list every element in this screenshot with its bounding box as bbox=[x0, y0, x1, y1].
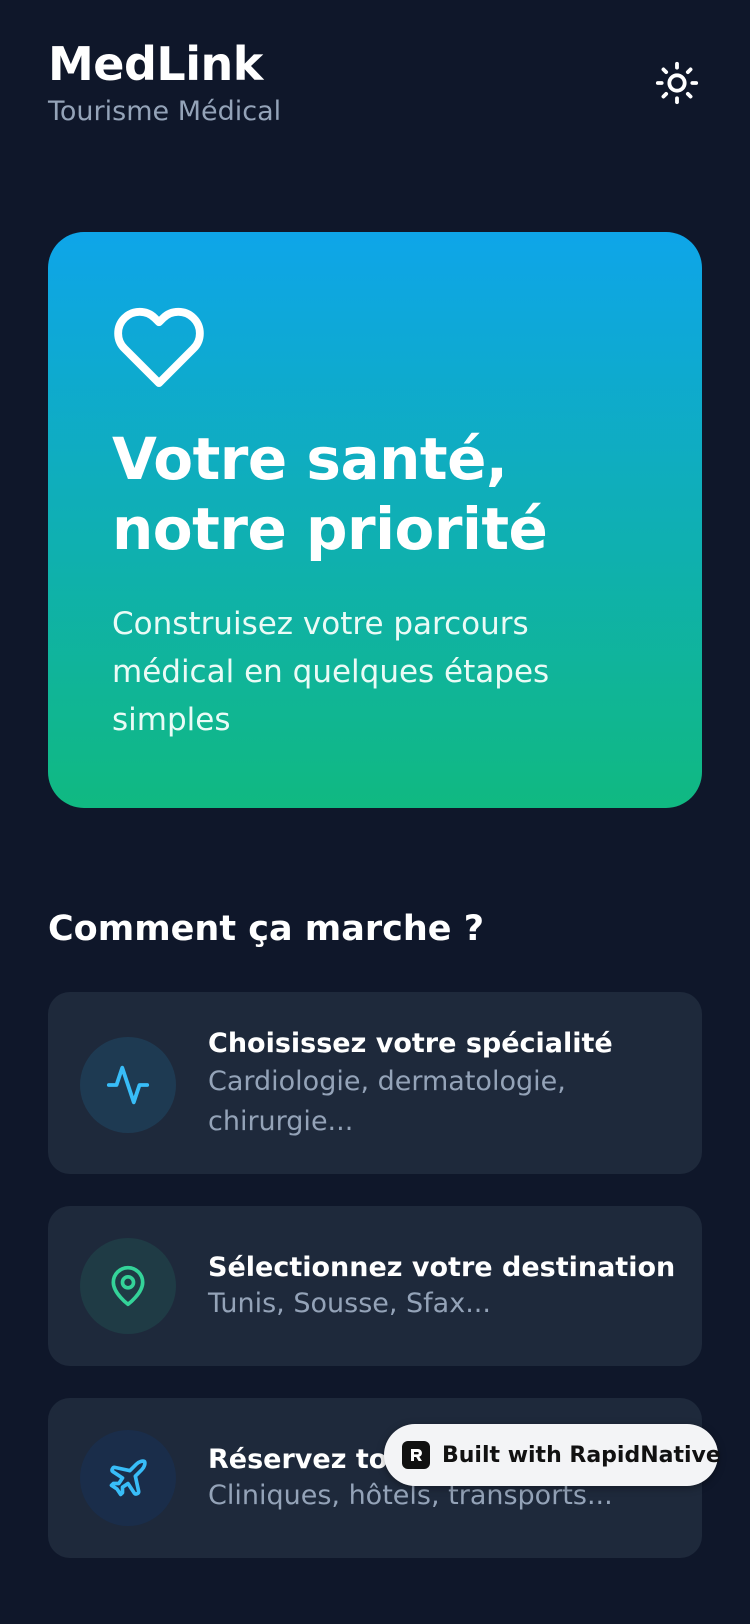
map-pin-icon bbox=[111, 1265, 145, 1307]
hero-card: Votre santé, notre priorité Construisez … bbox=[48, 232, 702, 808]
rapidnative-logo-icon bbox=[402, 1441, 430, 1469]
step-card-specialty[interactable]: Choisissez votre spécialité Cardiologie,… bbox=[48, 992, 702, 1174]
step-title: Sélectionnez votre destination bbox=[208, 1252, 676, 1283]
plane-icon bbox=[109, 1459, 147, 1497]
step-icon-container bbox=[80, 1037, 176, 1133]
step-icon-container bbox=[80, 1238, 176, 1334]
activity-icon bbox=[106, 1065, 150, 1105]
built-with-badge[interactable]: Built with RapidNative bbox=[384, 1424, 721, 1486]
badge-label: Built with RapidNative bbox=[442, 1442, 721, 1468]
step-text: Choisissez votre spécialité Cardiologie,… bbox=[208, 1026, 674, 1142]
step-title: Choisissez votre spécialité bbox=[208, 1028, 613, 1059]
hero-description: Construisez votre parcours médical en qu… bbox=[112, 606, 550, 738]
step-description: Cardiologie, dermatologie, chirurgie... bbox=[208, 1066, 566, 1137]
step-text: Sélectionnez votre destination Tunis, So… bbox=[208, 1250, 676, 1322]
heart-icon bbox=[114, 307, 204, 387]
app-header: MedLink Tourisme Médical bbox=[48, 36, 702, 136]
hero-title: Votre santé, notre priorité bbox=[112, 424, 672, 564]
section-title: Comment ça marche ? bbox=[48, 909, 485, 949]
hero-title-line-2: notre priorité bbox=[112, 495, 548, 563]
step-description: Tunis, Sousse, Sfax... bbox=[208, 1288, 491, 1319]
app-title: MedLink bbox=[48, 37, 263, 91]
hero-title-line-1: Votre santé, bbox=[112, 425, 508, 493]
step-icon-container bbox=[80, 1430, 176, 1526]
sun-icon bbox=[655, 61, 699, 105]
app-subtitle: Tourisme Médical bbox=[48, 96, 282, 127]
theme-toggle-button[interactable] bbox=[652, 58, 702, 108]
rapidnative-glyph-icon bbox=[411, 1449, 422, 1461]
step-card-destination[interactable]: Sélectionnez votre destination Tunis, So… bbox=[48, 1206, 702, 1366]
